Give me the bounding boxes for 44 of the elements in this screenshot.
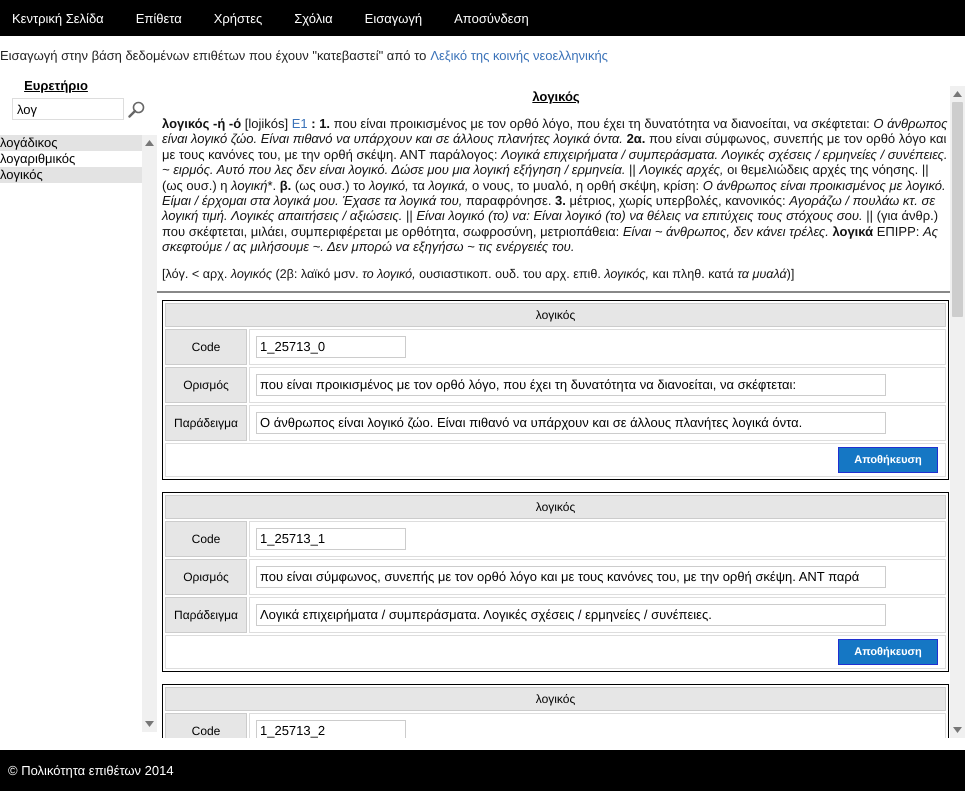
input-field[interactable]: 1_25713_2 bbox=[256, 720, 406, 738]
search-icon[interactable] bbox=[128, 100, 145, 118]
input-field[interactable]: 1_25713_1 bbox=[256, 528, 406, 550]
nav-link[interactable]: Αποσύνδεση bbox=[454, 10, 529, 26]
definition-text: λογικός -ή -ό [lojikós] E1 : 1. που είναι προικισμένος με τον ορθό λόγο, που έχει τη δυνατότητα να διανοείται, να σκέφτεται: Ο άνθρωπος είναι λογικό ζώο. Είναι πιθανό να υπάρχουν και σε άλλους πλανήτες λογικά όντα. 2α. που είναι σύμφωνος, συνεπής με τον ορθό λόγο και με τους κανόνες του, με την ορθή σκέψη. ΑΝΤ παράλογος: Λογικά επιχειρήματα / συμπεράσματα. Λογικές σχέσεις / ερμηνείες / συνέπειες. ~ ειρμός. Αυτό που λες δεν είναι λογικό. Δώσε μου μια λογική εξήγηση / ερμηνεία. || Λογικές αρχές, οι θεμελιώδεις αρχές της νόησης. || (ως ουσ.) η λογική*. β. (ως ουσ.) το λογικό, τα λογικά, ο νους, το μυαλό, η ορθή σκέψη, κρίση: Ο άνθρωπος είναι προικισμένος με λογικό. Είμαι / έρχομαι στα λογικά μου. Έχασε τα λογικά του, παραφρόνησε. 3. μέτριος, χωρίς υπερβολές, κανονικός: Αγοράζω / πουλάω κτ. σε λογική τιμή. Λογικές απαιτήσεις / αξιώσεις. || Είναι λογικό (το) να: Είναι λογικό (το) να θέλεις να επιτύχεις τους στόχους σου. || (για άνθρ.) που σκέφτεται, μιλάει, συμπεριφέρεται με ορθότητα, σωφροσύνη, μετριοπάθεια: Είναι ~ άνθρωπος, δεν κάνει τρέλες. λογικά ΕΠΙΡΡ: Ας σκεφτούμε / ας μιλήσουμε ~. Δεν μπορώ να εξηγήσω ~ τις ενέργειές του. bbox=[162, 116, 949, 255]
field-label: Code bbox=[165, 328, 247, 365]
field-label: Code bbox=[165, 520, 247, 557]
dictionary-link[interactable]: Λεξικό της κοινής νεοελληνικής bbox=[430, 48, 608, 78]
card-title: λογικός bbox=[165, 686, 946, 711]
field-label: Παράδειγμα bbox=[165, 596, 247, 633]
scrollbar[interactable] bbox=[950, 86, 965, 738]
down-arrow-icon[interactable] bbox=[145, 721, 154, 727]
nav-link[interactable]: Κεντρική Σελίδα bbox=[12, 10, 104, 26]
field-label: Παράδειγμα bbox=[165, 404, 247, 441]
index-item[interactable]: λογάδικος bbox=[0, 135, 142, 151]
input-field[interactable]: που είναι προικισμένος με τον ορθό λόγο, που έχει τη δυνατότητα να διανοείται, να σκέφτεται: bbox=[256, 374, 886, 396]
search-field[interactable]: λογ bbox=[12, 98, 124, 120]
index-item[interactable]: λογικός bbox=[0, 167, 142, 183]
scrollbar-thumb[interactable] bbox=[952, 102, 963, 317]
nav-link[interactable]: Σχόλια bbox=[294, 10, 333, 26]
save-button[interactable]: Αποθήκευση bbox=[838, 446, 938, 473]
input-field[interactable]: Ο άνθρωπος είναι λογικό ζώο. Είναι πιθανό να υπάρχουν και σε άλλους πλανήτες λογικά όντα. bbox=[256, 412, 886, 434]
entry-title: λογικός bbox=[531, 89, 581, 104]
input-field[interactable]: Λογικά επιχειρήματα / συμπεράσματα. Λογικές σχέσεις / ερμηνείες / συνέπειες. bbox=[256, 604, 886, 626]
etymology-text: [λόγ. < αρχ. λογικός (2β: λαϊκό μσν. το λογικό, ουσιαστικοπ. ουδ. του αρχ. επιθ. λογικός, και πληθ. κατά τα μυαλά)] bbox=[162, 266, 796, 281]
e1-link[interactable]: E1 bbox=[292, 116, 308, 131]
up-arrow-icon[interactable] bbox=[145, 140, 154, 146]
save-button[interactable]: Αποθήκευση bbox=[838, 638, 938, 665]
input-field[interactable]: που είναι σύμφωνος, συνεπής με τον ορθό λόγο και με τους κανόνες του, με την ορθή σκέψη. ΑΝΤ παρά bbox=[256, 566, 886, 588]
nav-link[interactable]: Χρήστες bbox=[214, 10, 262, 26]
index-title: Ευρετήριο bbox=[23, 78, 89, 93]
field-label: Code bbox=[165, 712, 247, 738]
nav-link[interactable]: Επίθετα bbox=[136, 10, 182, 26]
input-field[interactable]: 1_25713_0 bbox=[256, 336, 406, 358]
down-arrow-icon[interactable] bbox=[953, 727, 962, 733]
scrollbar[interactable] bbox=[142, 135, 157, 732]
field-label: Ορισμός bbox=[165, 558, 247, 595]
footer-text: © Πολικότητα επιθέτων 2014 bbox=[0, 750, 965, 791]
up-arrow-icon[interactable] bbox=[953, 91, 962, 97]
card-title: λογικός bbox=[165, 494, 946, 519]
intro-text: Εισαγωγή στην βάση δεδομένων επιθέτων που έχουν "κατεβαστεί" από το bbox=[0, 48, 426, 65]
card-title: λογικός bbox=[165, 302, 946, 327]
field-label: Ορισμός bbox=[165, 366, 247, 403]
nav-link[interactable]: Εισαγωγή bbox=[364, 10, 422, 26]
